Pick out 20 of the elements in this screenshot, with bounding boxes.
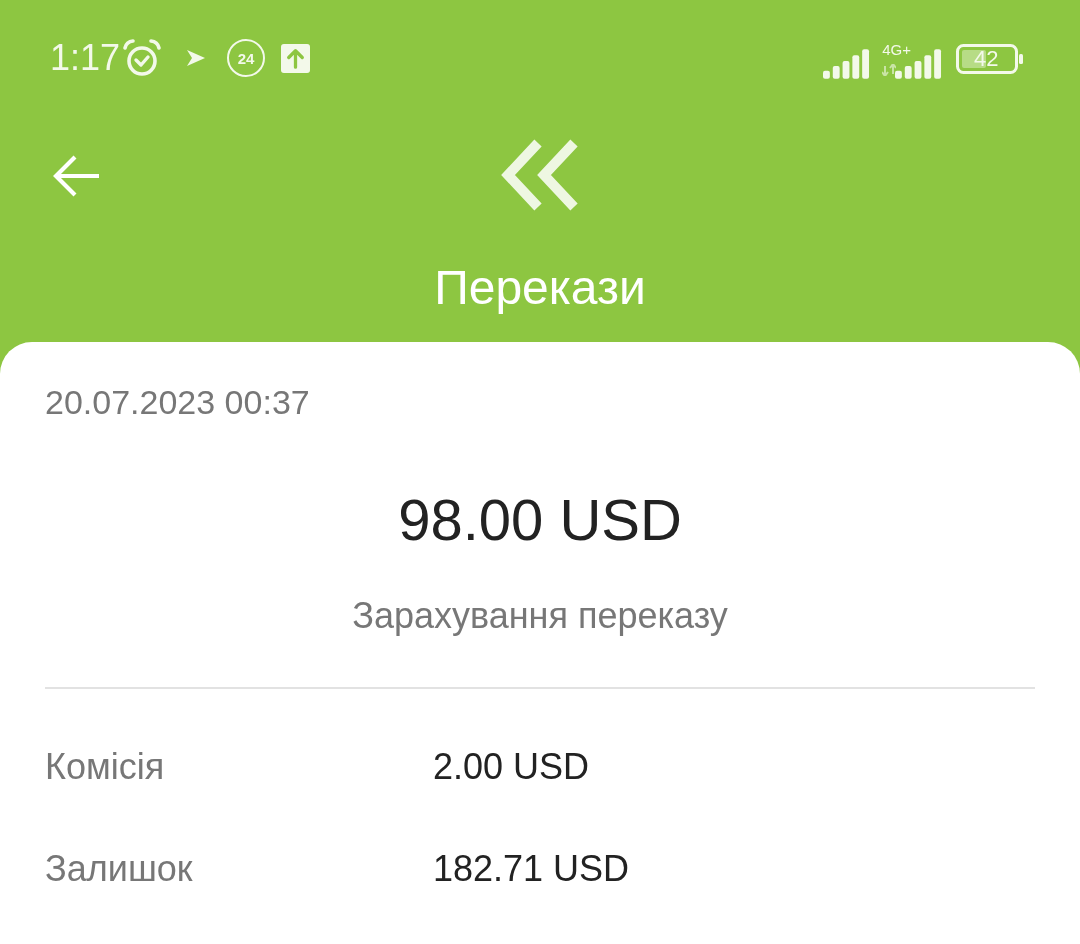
page-title: Перекази (434, 260, 646, 316)
status-time: 1:17 (50, 37, 121, 79)
transaction-description: Зарахування переказу (352, 594, 728, 638)
detail-value: 182.71 USD (433, 847, 630, 891)
double-chevron-logo-icon (500, 139, 580, 211)
alarm-clock-icon (122, 38, 163, 78)
network-type: 4G+ (882, 42, 911, 58)
data-arrows-icon (882, 64, 897, 76)
battery-percent: 42 (974, 47, 999, 71)
battery-icon (956, 44, 1024, 74)
transaction-amount: 98.00 USD (398, 486, 682, 554)
detail-value: 2.00 USD (433, 745, 590, 789)
play-icon (186, 49, 207, 67)
detail-label: Залишок (45, 847, 194, 891)
detail-label: Комісія (45, 745, 166, 789)
notification-badge: 24 (227, 39, 266, 77)
back-arrow-icon (52, 154, 100, 198)
transaction-datetime: 20.07.2023 00:37 (45, 382, 310, 423)
signal-icon (823, 49, 871, 79)
upload-icon (281, 43, 311, 73)
